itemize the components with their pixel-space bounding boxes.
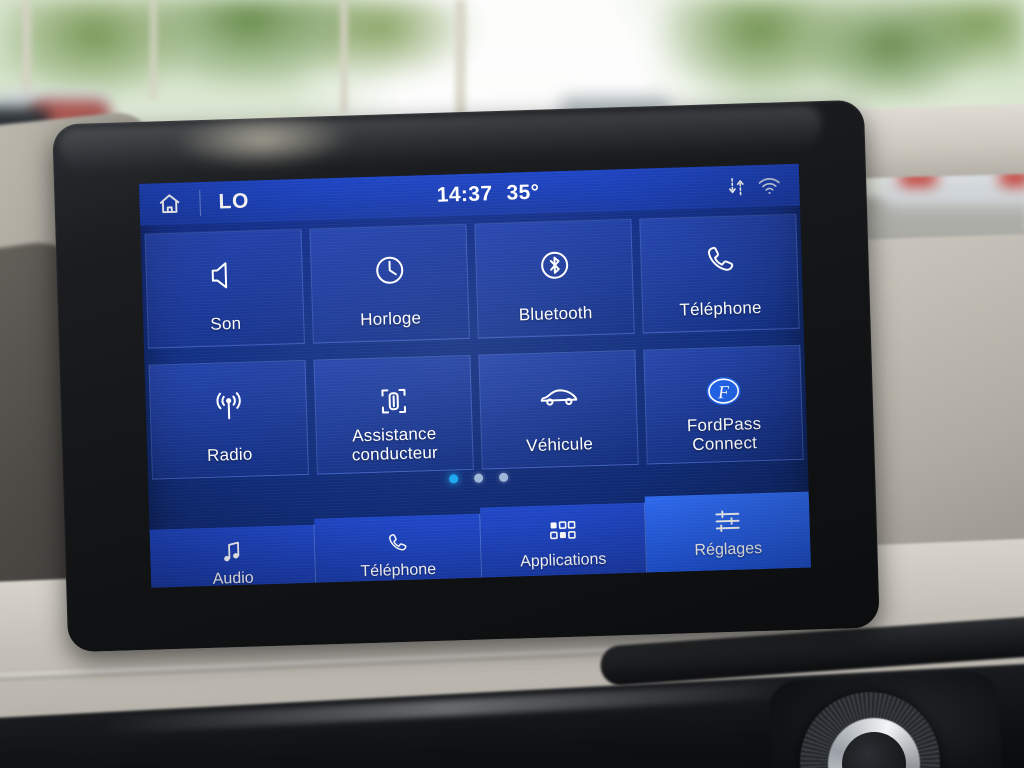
- music-note-icon: [219, 539, 246, 566]
- antenna-icon: [208, 383, 249, 430]
- phone-icon: [384, 528, 411, 558]
- lcd-display: LO 14:37 35° Son Horloge Bluetooth Télép…: [138, 163, 812, 588]
- background-pole: [455, 0, 466, 120]
- background-pole: [340, 0, 348, 112]
- tile-vehicule[interactable]: Véhicule: [478, 349, 639, 470]
- tile-label: Son: [210, 313, 242, 334]
- sliders-icon: [713, 506, 742, 537]
- photo-scene: LO 14:37 35° Son Horloge Bluetooth Télép…: [0, 0, 1024, 768]
- tile-label: Horloge: [359, 308, 422, 330]
- tile-label: Radio: [206, 444, 253, 465]
- nav-label: Applications: [519, 550, 607, 571]
- apps-grid-icon: [549, 517, 576, 548]
- car-icon: [535, 373, 580, 420]
- wifi-icon: [757, 176, 782, 196]
- home-icon[interactable]: [139, 191, 200, 217]
- infotainment-head-unit: LO 14:37 35° Son Horloge Bluetooth Télép…: [52, 99, 880, 653]
- tile-label-line1: Assistance: [351, 423, 437, 446]
- screen-glare: [171, 109, 354, 171]
- bluetooth-icon: [534, 242, 573, 289]
- background-pole: [150, 0, 157, 100]
- tile-telephone[interactable]: Téléphone: [639, 213, 800, 334]
- nav-item-telephone[interactable]: Téléphone: [314, 513, 482, 583]
- nav-item-applications[interactable]: Applications: [479, 502, 647, 578]
- speaker-icon: [205, 252, 244, 299]
- tile-label: FordPass Connect: [646, 413, 802, 456]
- data-transfer-icon: [727, 175, 746, 198]
- tile-label: Véhicule: [525, 434, 594, 456]
- page-dot-1[interactable]: [448, 474, 458, 484]
- clock-icon: [370, 247, 409, 294]
- status-icons: [727, 174, 800, 198]
- svg-text:F: F: [716, 382, 730, 402]
- nav-item-audio[interactable]: Audio: [149, 524, 317, 588]
- nav-label: Réglages: [694, 540, 763, 560]
- tile-horloge[interactable]: Horloge: [309, 223, 470, 344]
- tile-son[interactable]: Son: [144, 228, 305, 349]
- nav-item-reglages[interactable]: Réglages: [644, 491, 812, 573]
- tile-bluetooth[interactable]: Bluetooth: [474, 218, 635, 339]
- tile-fordpass-connect[interactable]: F FordPass Connect: [643, 344, 804, 465]
- tile-radio[interactable]: Radio: [148, 359, 309, 480]
- fordpass-logo-icon: F: [702, 368, 743, 415]
- outside-temperature: 35°: [506, 180, 540, 205]
- tile-label-line1: FordPass: [686, 414, 762, 436]
- nav-label: Téléphone: [360, 561, 437, 581]
- tile-label: Téléphone: [679, 297, 762, 320]
- tile-label: Assistance conducteur: [317, 423, 473, 466]
- page-dot-2[interactable]: [473, 473, 483, 483]
- page-dot-3[interactable]: [498, 472, 508, 483]
- clock-time: 14:37: [436, 182, 493, 207]
- tile-label: Bluetooth: [518, 303, 593, 325]
- status-center: 14:37 35°: [249, 175, 728, 214]
- settings-tile-grid: Son Horloge Bluetooth Téléphone Radio As…: [140, 206, 808, 488]
- tile-label-line2: Connect: [692, 433, 758, 455]
- phone-icon: [699, 237, 738, 284]
- driver-assist-icon: [374, 378, 413, 425]
- tile-assistance-conducteur[interactable]: Assistance conducteur: [313, 354, 474, 475]
- climate-status: LO: [218, 189, 250, 214]
- tile-label-line2: conducteur: [351, 442, 439, 465]
